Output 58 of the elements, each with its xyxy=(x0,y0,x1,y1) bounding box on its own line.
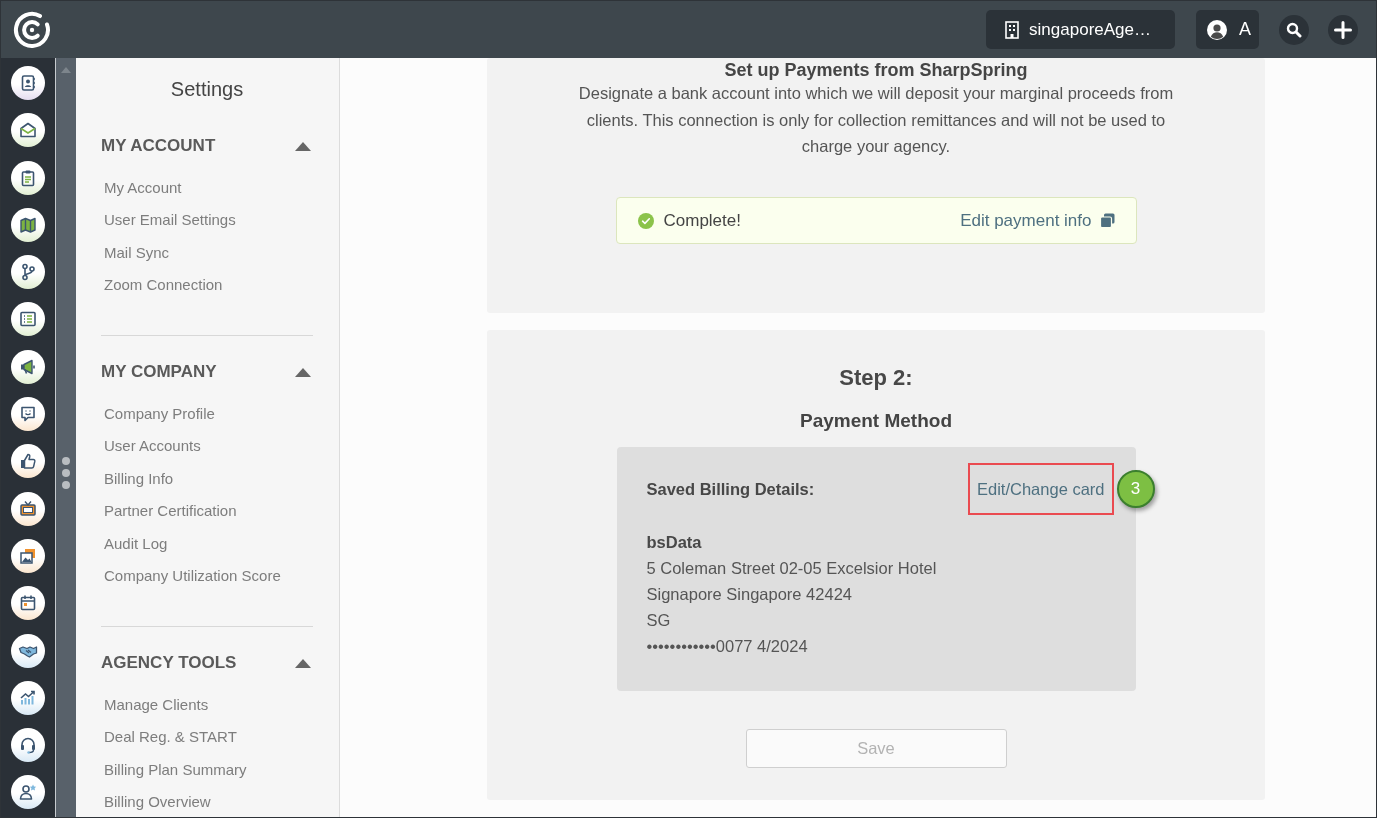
sidebar-link[interactable]: Billing Plan Summary xyxy=(104,758,247,780)
thumbs-up-icon[interactable] xyxy=(11,444,45,479)
billing-detail-line: Signapore Singapore 42424 xyxy=(646,584,853,606)
clipboard-icon[interactable] xyxy=(11,160,45,195)
handshake-icon[interactable] xyxy=(11,633,45,668)
avatar-icon xyxy=(1207,19,1227,40)
chat-smiley-icon[interactable] xyxy=(11,397,45,432)
account-switcher-button[interactable]: singaporeAge… xyxy=(986,10,1175,49)
tv-icon[interactable] xyxy=(11,491,45,526)
branch-icon[interactable] xyxy=(11,255,45,290)
sidebar-link[interactable]: Audit Log xyxy=(104,532,168,554)
headset-icon[interactable] xyxy=(11,728,45,763)
sidebar-link[interactable]: Billing Info xyxy=(104,467,174,489)
sidebar-link[interactable]: Zoom Connection xyxy=(104,274,223,295)
sidebar-title: Settings xyxy=(169,77,245,102)
section-title: Payment Method xyxy=(800,409,952,434)
images-icon[interactable] xyxy=(11,538,45,573)
section-heading: Set up Payments from SharpSpring xyxy=(723,60,1029,80)
billing-detail-line: SG xyxy=(646,610,672,632)
section-header[interactable]: MY ACCOUNT xyxy=(101,133,313,159)
billing-name: bsData xyxy=(646,532,703,554)
description-text: Designate a bank account into which we will deposit your marginal proceeds from clients. This connection is only for collection remittances and will not be used to charge your agency. xyxy=(577,83,1175,158)
section-header[interactable]: AGENCY TOOLS xyxy=(101,650,313,676)
map-icon[interactable] xyxy=(11,207,45,242)
billing-detail-line: 5 Coleman Street 02-05 Excelsior Hotel xyxy=(646,558,938,580)
sidebar-link[interactable]: Deal Reg. & START xyxy=(104,726,237,747)
sidebar-link[interactable]: My Account xyxy=(104,176,182,198)
billing-detail-line: ••••••••••••0077 4/2024 xyxy=(646,636,809,658)
section-header[interactable]: MY COMPANY xyxy=(101,359,313,385)
sidebar-link[interactable]: Partner Certification xyxy=(104,500,237,521)
sidebar-link[interactable]: User Email Settings xyxy=(104,209,236,230)
search-icon xyxy=(1286,21,1302,38)
envelope-icon[interactable] xyxy=(11,113,45,148)
sidebar-link[interactable]: Manage Clients xyxy=(104,693,209,715)
megaphone-icon[interactable] xyxy=(11,349,45,384)
change-card-link[interactable]: Edit/Change card xyxy=(977,479,1105,499)
step-label: Step 2: xyxy=(839,364,913,393)
step-callout: 3 xyxy=(1116,470,1155,509)
sidebar-link[interactable]: Billing Overview xyxy=(104,791,211,812)
user-menu-button[interactable]: A xyxy=(1196,10,1259,49)
contact-book-icon[interactable] xyxy=(11,66,45,100)
calendar-icon[interactable] xyxy=(11,586,45,621)
sidebar-link[interactable]: Company Utilization Score xyxy=(104,565,281,586)
stacked-cards-icon xyxy=(1099,213,1115,229)
add-button[interactable] xyxy=(1328,14,1358,45)
search-button[interactable] xyxy=(1279,14,1309,45)
sidebar-link[interactable]: Mail Sync xyxy=(104,241,170,263)
growth-chart-icon[interactable] xyxy=(11,680,45,715)
sidebar-link[interactable]: User Accounts xyxy=(104,435,201,456)
building-icon xyxy=(1005,20,1020,39)
plus-icon xyxy=(1334,20,1352,39)
status-text: Complete! xyxy=(663,210,742,231)
drag-handle-icon[interactable] xyxy=(61,456,71,490)
sidebar-link[interactable]: Company Profile xyxy=(104,402,215,424)
logo-icon[interactable] xyxy=(12,9,52,50)
edit-payment-link[interactable]: Edit payment info xyxy=(960,210,1115,231)
list-icon[interactable] xyxy=(11,302,45,337)
billing-label: Saved Billing Details: xyxy=(646,479,815,499)
